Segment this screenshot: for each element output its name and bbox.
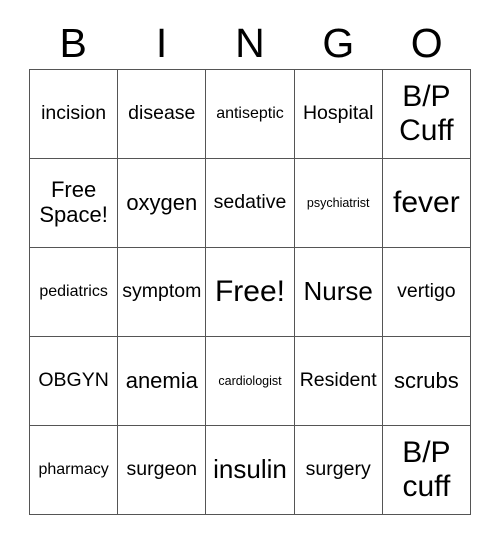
bingo-cell[interactable]: surgeon [118,426,207,515]
bingo-cell[interactable]: B/P cuff [382,426,471,515]
bingo-cell[interactable]: vertigo [382,248,471,337]
bingo-cell-label: Hospital [302,102,374,125]
bingo-cell-label: cardiologist [218,374,282,388]
bingo-cell[interactable]: disease [118,70,207,159]
bingo-cell[interactable]: Hospital [294,70,383,159]
bingo-cell-label: incision [41,102,107,125]
bingo-header-letter-n: N [235,20,265,66]
bingo-card: B I N G O incision disease antiseptic Hospi… [0,0,500,544]
bingo-cell-label: psychiatrist [306,196,370,210]
bingo-cell[interactable]: Free Space! [30,159,119,248]
bingo-cell[interactable]: cardiologist [206,337,295,426]
bingo-cell[interactable]: sedative [206,159,295,248]
bingo-cell-label: fever [393,186,460,220]
bingo-header-letter-g: G [322,20,355,66]
bingo-cell-label: anemia [125,367,198,393]
bingo-cell[interactable]: antiseptic [206,70,295,159]
bingo-cell[interactable]: Free! [206,248,295,337]
bingo-header-letter-o: O [410,20,443,66]
bingo-cell-label: Free! [214,275,285,309]
bingo-cell[interactable]: psychiatrist [294,159,383,248]
bingo-cell[interactable]: OBGYN [30,337,119,426]
bingo-cell-label: insulin [213,454,287,485]
bingo-cell[interactable]: scrubs [382,337,471,426]
bingo-cell[interactable]: fever [382,159,471,248]
bingo-cell-label: antiseptic [216,105,284,123]
bingo-cell-label: vertigo [397,280,456,303]
bingo-cell[interactable]: Resident [294,337,383,426]
bingo-cell-label: surgeon [126,458,198,481]
bingo-cell-label: Nurse [303,276,373,307]
bingo-cell[interactable]: Nurse [294,248,383,337]
bingo-cell[interactable]: insulin [206,426,295,515]
bingo-cell-label: surgery [305,458,371,481]
bingo-cell-label: OBGYN [38,369,109,392]
bingo-cell-label: pharmacy [38,461,109,479]
bingo-cell-label: symptom [122,280,202,303]
bingo-cell-label: Free Space! [39,177,108,227]
bingo-cell-label: Resident [299,369,377,392]
bingo-cell[interactable]: oxygen [118,159,207,248]
bingo-cell-label: disease [128,102,196,125]
bingo-cell[interactable]: pharmacy [30,426,119,515]
bingo-cell[interactable]: B/P Cuff [382,70,471,159]
bingo-cell-label: sedative [213,191,287,214]
bingo-cell[interactable]: incision [30,70,119,159]
bingo-cell[interactable]: anemia [118,337,207,426]
bingo-cell[interactable]: surgery [294,426,383,515]
bingo-header-letter-b: B [59,20,87,66]
bingo-cell-label: oxygen [126,189,198,215]
bingo-header-letter-i: I [155,20,168,66]
bingo-cell-label: B/P cuff [402,436,451,503]
bingo-cell-label: scrubs [393,367,459,393]
bingo-header: B I N G O [29,18,471,68]
bingo-cell[interactable]: symptom [118,248,207,337]
bingo-cell[interactable]: pediatrics [30,248,119,337]
bingo-cell-label: B/P Cuff [399,80,454,147]
bingo-cell-label: pediatrics [39,283,108,301]
bingo-grid: incision disease antiseptic Hospital B/P Cuf… [29,69,471,515]
